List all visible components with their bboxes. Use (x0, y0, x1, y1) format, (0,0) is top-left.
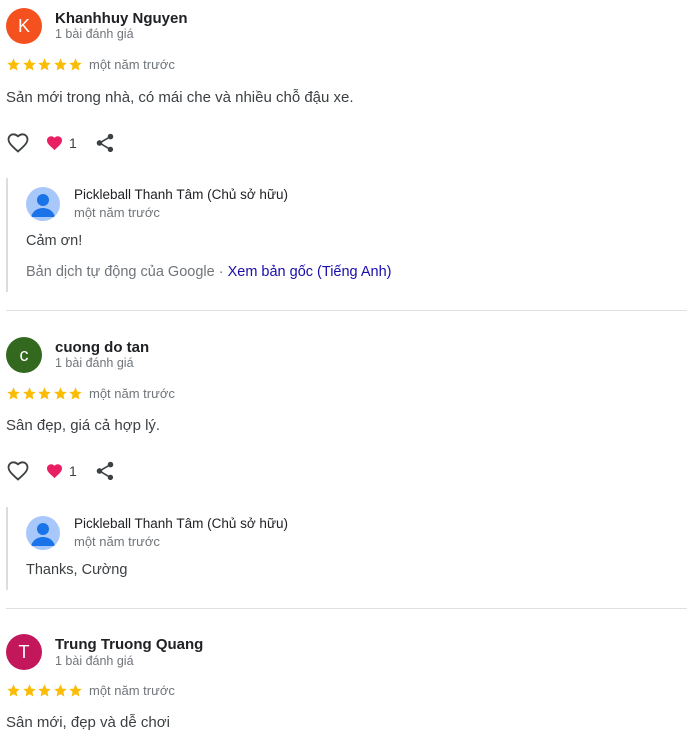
star-icon (22, 58, 36, 71)
avatar-initial: T (18, 642, 30, 662)
owner-reply-border (6, 507, 8, 590)
review-divider (6, 608, 687, 609)
reviewer-avatar[interactable]: c (6, 337, 42, 373)
owner-reply-date: một năm trước (74, 205, 160, 220)
reviewer-avatar[interactable]: T (6, 634, 42, 670)
reviewer-name[interactable]: cuong do tan (55, 339, 149, 356)
reviewer-review-count: 1 bài đánh giá (55, 654, 134, 668)
review-card: c cuong do tan 1 bài đánh giá một năm tr… (0, 330, 687, 608)
view-original-link[interactable]: Xem bản gốc (Tiếng Anh) (228, 264, 392, 280)
star-rating (6, 683, 84, 699)
star-icon (54, 58, 67, 71)
owner-avatar (26, 187, 60, 221)
heart-outline-icon[interactable] (6, 131, 30, 155)
owner-reply-text: Cảm ơn! (26, 233, 83, 249)
share-icon[interactable] (94, 132, 116, 154)
review-text: Sản mới trong nhà, có mái che và nhiều c… (6, 89, 354, 106)
star-rating (6, 386, 84, 402)
person-icon (31, 523, 55, 546)
owner-avatar (26, 516, 60, 550)
reviewer-name[interactable]: Khanhhuy Nguyen (55, 10, 188, 27)
reviewer-review-count: 1 bài đánh giá (55, 27, 134, 41)
star-icon (38, 684, 51, 697)
review-card: T Trung Truong Quang 1 bài đánh giá một … (0, 628, 687, 734)
review-date: một năm trước (89, 683, 175, 698)
reviewer-name[interactable]: Trung Truong Quang (55, 636, 203, 653)
translation-note: Bản dịch tự động của Google · Xem bản gố… (26, 264, 391, 280)
star-icon (69, 684, 83, 697)
star-icon (22, 684, 36, 697)
star-icon (54, 387, 67, 400)
review-divider (6, 310, 687, 311)
share-icon[interactable] (94, 460, 116, 482)
star-icon (69, 58, 83, 71)
review-actions: 1 (6, 131, 126, 155)
review-text: Sân mới, đẹp và dễ chơi (6, 714, 170, 731)
reviewer-avatar[interactable]: K (6, 8, 42, 44)
star-icon (38, 387, 51, 400)
star-icon (69, 387, 83, 400)
star-icon (7, 684, 20, 697)
star-rating (6, 57, 84, 73)
review-text: Sân đẹp, giá cả hợp lý. (6, 417, 161, 434)
review-date: một năm trước (89, 57, 175, 72)
star-icon (7, 58, 20, 71)
heart-filled-icon[interactable] (45, 134, 64, 152)
star-icon (54, 684, 67, 697)
review-actions: 1 (6, 459, 126, 483)
translation-label: Bản dịch tự động của Google (26, 264, 215, 280)
owner-name: Pickleball Thanh Tâm (Chủ sở hữu) (74, 516, 288, 531)
owner-reply-text: Thanks, Cường (26, 562, 128, 578)
star-icon (22, 387, 36, 400)
like-count: 1 (69, 463, 77, 479)
avatar-initial: c (19, 345, 29, 365)
reviewer-review-count: 1 bài đánh giá (55, 356, 134, 370)
review-date: một năm trước (89, 386, 175, 401)
star-icon (7, 387, 20, 400)
star-icon (38, 58, 51, 71)
owner-name: Pickleball Thanh Tâm (Chủ sở hữu) (74, 187, 288, 202)
review-card: K Khanhhuy Nguyen 1 bài đánh giá một năm… (0, 0, 687, 310)
like-count: 1 (69, 135, 77, 151)
owner-reply-date: một năm trước (74, 534, 160, 549)
avatar-initial: K (17, 16, 30, 36)
owner-reply-border (6, 178, 8, 292)
translation-separator: · (218, 264, 224, 280)
heart-filled-icon[interactable] (45, 462, 64, 480)
heart-outline-icon[interactable] (6, 459, 30, 483)
person-icon (31, 194, 55, 217)
